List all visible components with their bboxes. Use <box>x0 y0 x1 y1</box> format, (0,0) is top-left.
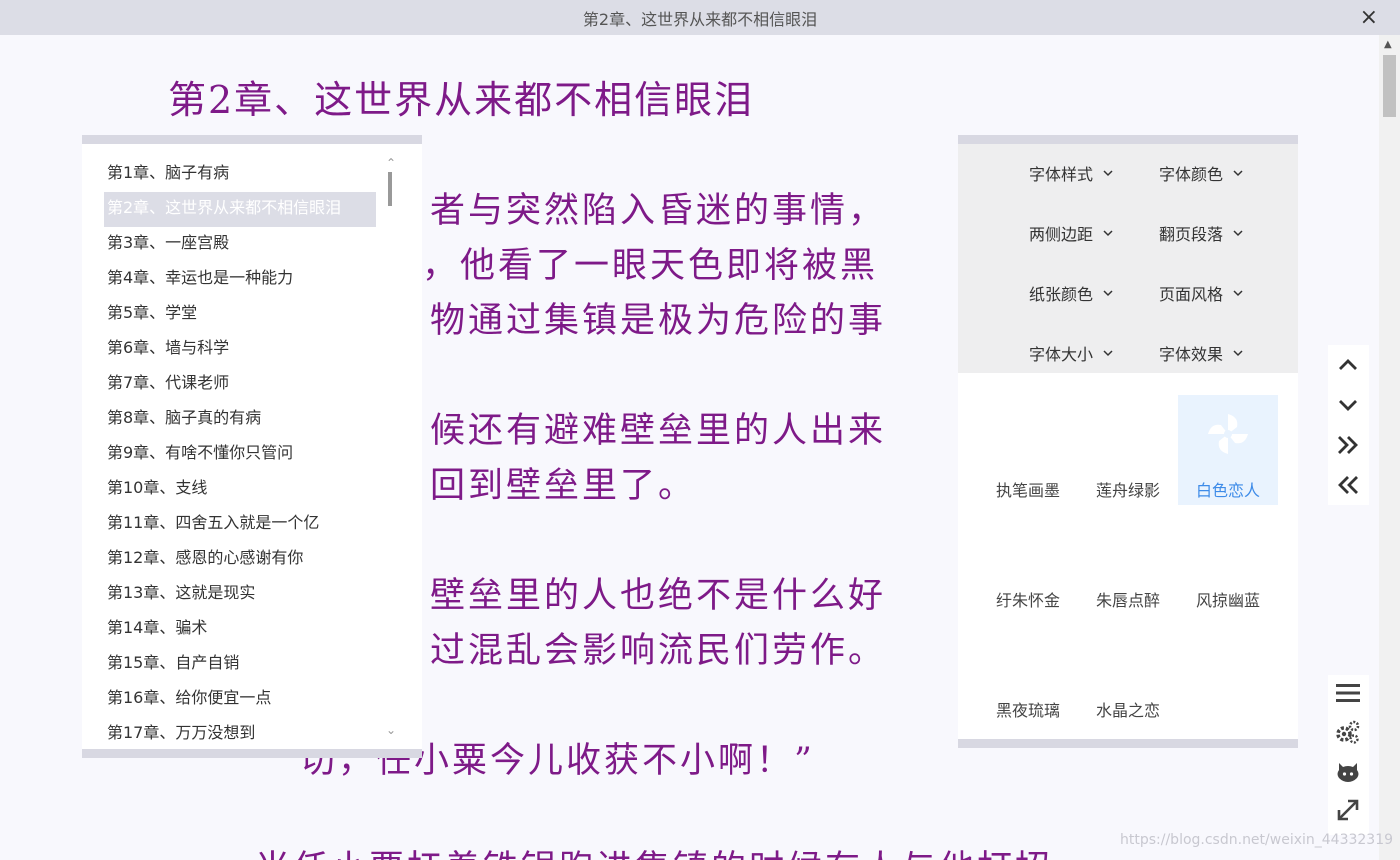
chevron-down-icon <box>1233 290 1243 297</box>
gears-icon <box>1336 720 1360 744</box>
fullscreen-button[interactable] <box>1334 796 1362 824</box>
theme-label: 风掠幽蓝 <box>1195 591 1260 610</box>
chevron-up-icon <box>1339 359 1357 370</box>
chapter-list-panel: 第1章、脑子有病 第2章、这世界从来都不相信眼泪 第3章、一座宫殿 第4章、幸运也是一… <box>82 135 422 758</box>
scrollbar-thumb[interactable] <box>1383 55 1396 117</box>
chapter-item[interactable]: 第4章、幸运也是一种能力 <box>104 262 376 297</box>
body-line: 过混乱会影响流民们劳作。 <box>430 631 887 671</box>
close-icon[interactable]: × <box>1360 5 1378 30</box>
chapter-item[interactable]: 第12章、感恩的心感谢有你 <box>104 542 376 577</box>
tools-toolbar <box>1328 675 1369 835</box>
menu-label: 字体效果 <box>1159 345 1224 364</box>
window-titlebar: 第2章、这世界从来都不相信眼泪 × <box>0 0 1400 35</box>
menu-label: 字体大小 <box>1029 345 1094 364</box>
body-line: 物通过集镇是极为危险的事 <box>430 301 887 341</box>
chevron-down-icon <box>1339 400 1357 411</box>
chapter-item[interactable]: 第6章、墙与科学 <box>104 332 376 367</box>
next-chapter-button[interactable] <box>1334 431 1362 459</box>
chevron-down-icon <box>1103 350 1113 357</box>
page-nav-toolbar <box>1328 345 1369 505</box>
chevron-down-icon <box>1233 350 1243 357</box>
theme-label: 朱唇点醉 <box>1095 591 1160 610</box>
menu-font-style[interactable]: 字体样式 <box>1029 161 1113 185</box>
menu-paging[interactable]: 翻页段落 <box>1159 221 1243 245</box>
double-chevron-right-icon <box>1338 436 1358 454</box>
chapter-item[interactable]: 第1章、脑子有病 <box>104 157 376 192</box>
settings-menu: 字体样式 字体颜色 两侧边距 翻页段落 纸张颜色 页面风格 字体大小 字体效果 <box>958 144 1298 373</box>
list-scroll-up-icon[interactable]: ⌃ <box>386 156 396 170</box>
github-button[interactable] <box>1334 757 1362 785</box>
theme-option-selected[interactable]: 白色恋人 <box>1178 395 1278 505</box>
list-scroll-thumb[interactable] <box>388 172 392 206</box>
menu-paper-color[interactable]: 纸张颜色 <box>1029 281 1113 305</box>
prev-chapter-button[interactable] <box>1334 471 1362 499</box>
menu-label: 翻页段落 <box>1159 225 1224 244</box>
theme-label: 莲舟绿影 <box>1095 481 1160 500</box>
double-chevron-left-icon <box>1338 476 1358 494</box>
chapter-item[interactable]: 第17章、万万没想到 <box>104 717 376 749</box>
menu-font-size[interactable]: 字体大小 <box>1029 341 1113 365</box>
body-line: 者与突然陷入昏迷的事情， <box>430 191 887 231</box>
chapter-item[interactable]: 第16章、给你便宜一点 <box>104 682 376 717</box>
chapter-list-button[interactable] <box>1334 679 1362 707</box>
chapter-item[interactable]: 第11章、四舍五入就是一个亿 <box>104 507 376 542</box>
next-page-button[interactable] <box>1334 391 1362 419</box>
github-icon <box>1337 763 1359 782</box>
theme-option[interactable]: 执笔画墨 <box>978 395 1078 505</box>
menu-font-effect[interactable]: 字体效果 <box>1159 341 1243 365</box>
body-line: 壁垒里的人也绝不是什么好 <box>430 576 887 616</box>
menu-label: 字体样式 <box>1029 165 1094 184</box>
prev-page-button[interactable] <box>1334 351 1362 379</box>
chapter-item[interactable]: 第3章、一座宫殿 <box>104 227 376 262</box>
theme-label: 执笔画墨 <box>995 481 1060 500</box>
theme-option[interactable]: 纡朱怀金 <box>978 505 1078 615</box>
theme-label: 黑夜琉璃 <box>995 701 1060 720</box>
chevron-down-icon <box>1233 170 1243 177</box>
scroll-up-icon[interactable]: ▲ <box>1384 39 1392 50</box>
menu-label: 纸张颜色 <box>1029 285 1094 304</box>
menu-icon <box>1336 684 1360 702</box>
chapter-item-active[interactable]: 第2章、这世界从来都不相信眼泪 <box>104 192 376 227</box>
chapter-item[interactable]: 第10章、支线 <box>104 472 376 507</box>
chapter-item[interactable]: 第14章、骗术 <box>104 612 376 647</box>
body-line: 当任小粟扛着铁锅跑进集镇的时候有人与他打招 <box>255 840 1053 860</box>
menu-font-color[interactable]: 字体颜色 <box>1159 161 1243 185</box>
chapter-item[interactable]: 第7章、代课老师 <box>104 367 376 402</box>
theme-label: 纡朱怀金 <box>995 591 1060 610</box>
chevron-down-icon <box>1233 230 1243 237</box>
menu-label: 页面风格 <box>1159 285 1224 304</box>
settings-panel: 字体样式 字体颜色 两侧边距 翻页段落 纸张颜色 页面风格 字体大小 字体效果 <box>958 135 1298 748</box>
chapter-item[interactable]: 第5章、学堂 <box>104 297 376 332</box>
chapter-list: 第1章、脑子有病 第2章、这世界从来都不相信眼泪 第3章、一座宫殿 第4章、幸运也是一… <box>104 157 376 749</box>
theme-label: 水晶之恋 <box>1095 701 1160 720</box>
theme-option[interactable]: 风掠幽蓝 <box>1178 505 1278 615</box>
chapter-item[interactable]: 第9章、有啥不懂你只管问 <box>104 437 376 472</box>
body-line: ，他看了一眼天色即将被黑 <box>422 246 879 286</box>
chapter-item[interactable]: 第13章、这就是现实 <box>104 577 376 612</box>
chapter-heading: 第2章、这世界从来都不相信眼泪 <box>168 78 755 122</box>
menu-label: 两侧边距 <box>1029 225 1094 244</box>
theme-option[interactable]: 莲舟绿影 <box>1078 395 1178 505</box>
chapter-item[interactable]: 第15章、自产自销 <box>104 647 376 682</box>
expand-icon <box>1337 799 1359 821</box>
body-line: 候还有避难壁垒里的人出来 <box>430 411 887 451</box>
theme-option[interactable]: 朱唇点醉 <box>1078 505 1178 615</box>
chapter-item[interactable]: 第8章、脑子真的有病 <box>104 402 376 437</box>
chevron-down-icon <box>1103 230 1113 237</box>
page-scrollbar[interactable]: ▲ <box>1379 35 1400 860</box>
theme-label: 白色恋人 <box>1195 481 1260 500</box>
theme-option[interactable]: 黑夜琉璃 <box>978 615 1078 725</box>
watermark: https://blog.csdn.net/weixin_44332319 <box>1120 832 1394 848</box>
menu-page-style[interactable]: 页面风格 <box>1159 281 1243 305</box>
pinwheel-icon <box>1208 414 1248 454</box>
theme-option[interactable]: 水晶之恋 <box>1078 615 1178 725</box>
settings-button[interactable] <box>1334 718 1362 746</box>
chevron-down-icon <box>1103 290 1113 297</box>
window-title: 第2章、这世界从来都不相信眼泪 <box>582 9 818 29</box>
body-line: 回到壁垒里了。 <box>430 466 697 506</box>
chevron-down-icon <box>1103 170 1113 177</box>
list-scroll-down-icon[interactable]: ⌄ <box>386 723 396 737</box>
menu-label: 字体颜色 <box>1159 165 1224 184</box>
menu-margins[interactable]: 两侧边距 <box>1029 221 1113 245</box>
